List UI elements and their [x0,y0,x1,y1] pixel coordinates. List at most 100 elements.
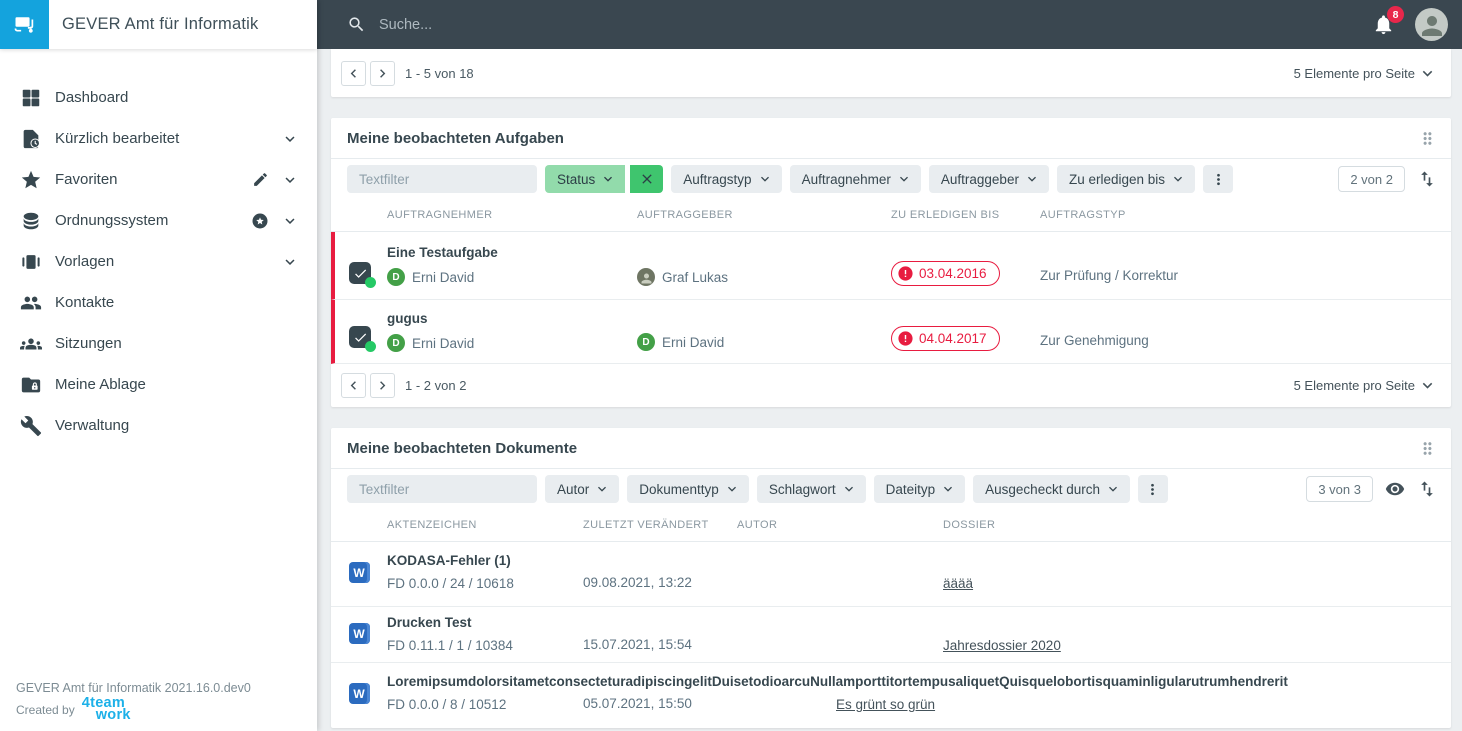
sidebar-item-kontakte[interactable]: Kontakte [0,282,317,323]
per-page-selector[interactable]: 5 Elemente pro Seite [1294,64,1437,83]
more-filters-button[interactable] [1203,165,1234,193]
tasks-per-page-selector[interactable]: 5 Elemente pro Seite [1294,376,1437,395]
task-state-dot [365,341,376,352]
chevron-down-icon [724,481,740,497]
sidebar-item-dashboard[interactable]: Dashboard [0,77,317,118]
result-count-badge: 2 von 2 [1338,166,1405,192]
drag-handle-icon[interactable] [1418,129,1437,148]
document-modified: 05.07.2021, 15:50 [583,696,692,711]
sidebar-item-favoriten[interactable]: Favoriten [0,159,317,200]
star-circle-icon[interactable] [251,212,269,230]
filter-chip-label: Schlagwort [768,481,836,497]
filter-chip-ausgecheckt-durch[interactable]: Ausgecheckt durch [973,475,1130,503]
assignee-avatar: D [387,268,405,286]
visibility-button[interactable] [1385,479,1405,499]
task-title[interactable]: Eine Testaufgabe [387,245,637,260]
clear-filter-button[interactable] [630,165,664,193]
sort-button[interactable] [1417,169,1437,189]
chevron-down-icon [940,481,956,497]
sidebar-item-meine-ablage[interactable]: Meine Ablage [0,364,317,405]
column-header-zu-erledigen-bis: ZU ERLEDIGEN BIS [891,209,1000,221]
tasks-table-header: AUFTRAGNEHMER AUFTRAGGEBER ZU ERLEDIGEN … [331,199,1451,232]
due-date-badge: 03.04.2016 [891,261,1000,286]
sidebar-item-label: Favoriten [55,171,118,188]
templates-icon [20,251,42,273]
result-count-badge: 3 von 3 [1306,476,1373,502]
chevron-down-icon[interactable] [281,253,299,271]
sort-button[interactable] [1417,479,1437,499]
filter-chip-autor[interactable]: Autor [545,475,620,503]
filter-chip-dateityp[interactable]: Dateityp [873,475,966,503]
sidebar-item-kuerzlich-bearbeitet[interactable]: Kürzlich bearbeitet [0,118,317,159]
document-title[interactable]: Loremipsumdolorsitametconsecteturadipisc… [387,674,1288,689]
drag-handle-icon[interactable] [1418,439,1437,458]
filter-chip-label: Zu erledigen bis [1068,171,1166,187]
topbar: 8 [317,0,1462,49]
document-title[interactable]: Drucken Test [387,615,583,630]
sidebar-nav: Dashboard Kürzlich bearbeitet Favoriten [0,49,317,681]
document-row[interactable]: W KODASA-Fehler (1) FD 0.0.0 / 24 / 1061… [331,542,1451,607]
sidebar-item-verwaltung[interactable]: Verwaltung [0,405,317,446]
filter-chip-auftragnehmer[interactable]: Auftragnehmer [789,165,921,193]
task-title[interactable]: gugus [387,311,637,326]
prev-page-button[interactable] [341,60,366,86]
filter-chip-label: Autor [557,481,590,497]
filter-chip-zu-erledigen-bis[interactable]: Zu erledigen bis [1056,165,1196,193]
app-title: GEVER Amt für Informatik [62,15,259,33]
sidebar-item-ordnungssystem[interactable]: Ordnungssystem [0,200,317,241]
document-row[interactable]: W Drucken Test FD 0.11.1 / 1 / 10384 15.… [331,607,1451,663]
assignee-name: Erni David [412,335,475,351]
filter-chip-auftraggeber[interactable]: Auftraggeber [928,165,1049,193]
chevron-left-icon [345,65,362,82]
tasks-textfilter-input[interactable] [347,165,537,193]
sidebar-item-label: Kürzlich bearbeitet [55,130,180,147]
sidebar-item-label: Verwaltung [55,417,130,434]
filter-chip-label: Auftraggeber [940,171,1019,187]
filter-chip-status-active[interactable]: Status [545,165,664,193]
column-header-dossier: DOSSIER [943,519,996,531]
per-page-label: 5 Elemente pro Seite [1293,378,1415,393]
issuer-avatar: D [637,333,655,351]
filter-chip-dokumenttyp[interactable]: Dokumenttyp [627,475,749,503]
document-author [737,663,943,696]
dossier-link[interactable]: Es grünt so grün [836,697,935,712]
per-page-label: 5 Elemente pro Seite [1293,65,1415,81]
vendor-logo[interactable]: 4team work [82,696,131,721]
filter-chip-schlagwort[interactable]: Schlagwort [756,475,866,503]
sidebar-item-sitzungen[interactable]: Sitzungen [0,323,317,364]
app-logo[interactable] [0,0,49,49]
task-checkbox-icon [349,326,376,352]
filter-chip-label: Auftragnehmer [801,171,891,187]
document-row[interactable]: W Loremipsumdolorsitametconsecteturadipi… [331,663,1451,728]
task-state-dot [365,277,376,288]
tasks-prev-page-button[interactable] [341,373,366,398]
task-row[interactable]: gugus D Erni David D Erni David 04.04.20… [331,300,1451,364]
overdue-icon [897,265,914,282]
issuer-name: Graf Lukas [662,269,729,285]
chevron-down-icon[interactable] [281,171,299,189]
next-page-button[interactable] [370,60,395,86]
filter-chip-label: Dateityp [885,481,936,497]
user-avatar[interactable] [1415,8,1448,41]
chevron-down-icon[interactable] [281,212,299,230]
due-date-badge: 04.04.2017 [891,326,1000,351]
document-title[interactable]: KODASA-Fehler (1) [387,553,583,568]
task-row[interactable]: Eine Testaufgabe D Erni David Graf Lukas [331,232,1451,300]
column-header-auftraggeber: AUFTRAGGEBER [637,209,733,221]
filter-chip-auftragstyp[interactable]: Auftragstyp [671,165,782,193]
word-document-icon: W [348,623,370,644]
more-filters-button[interactable] [1137,475,1168,503]
dossier-link[interactable]: Jahresdossier 2020 [943,638,1061,653]
dossier-link[interactable]: ääää [943,576,973,591]
sidebar-item-label: Ordnungssystem [55,212,169,229]
page-range-label: 1 - 5 von 18 [405,65,474,81]
chevron-down-icon [1105,481,1121,497]
tasks-next-page-button[interactable] [370,373,395,398]
search-input[interactable] [379,16,799,33]
word-document-icon: W [348,683,370,704]
chevron-down-icon[interactable] [281,130,299,148]
notifications-button[interactable]: 8 [1372,6,1404,36]
sidebar-item-vorlagen[interactable]: Vorlagen [0,241,317,282]
documents-textfilter-input[interactable] [347,475,537,503]
edit-pencil-icon[interactable] [252,171,269,188]
